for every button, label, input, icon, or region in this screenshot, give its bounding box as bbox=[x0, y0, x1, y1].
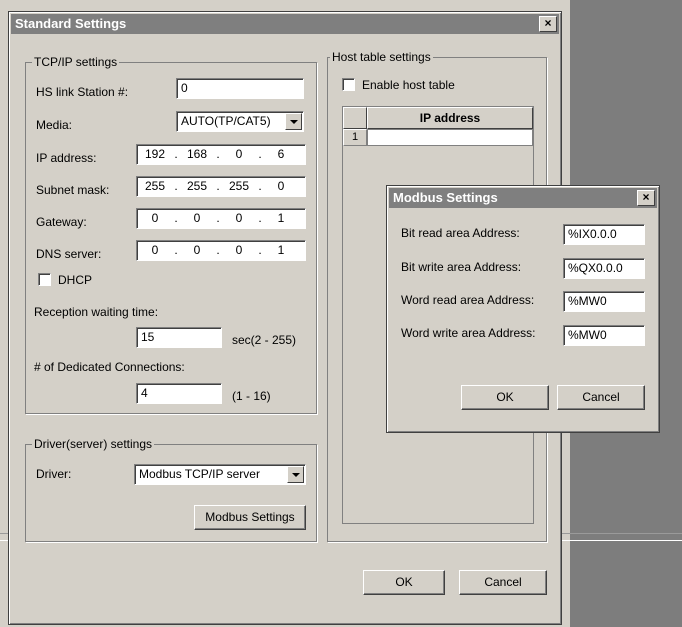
word-write-input[interactable]: %MW0 bbox=[563, 325, 645, 346]
modbus-settings-titlebar: Modbus Settings × bbox=[389, 188, 657, 208]
gateway-octet-3[interactable]: 0 bbox=[221, 209, 257, 228]
reception-range: sec(2 - 255) bbox=[232, 333, 297, 347]
row-number: 1 bbox=[343, 129, 367, 146]
dns-server-input[interactable]: 0. 0. 0. 1 bbox=[136, 240, 306, 261]
bit-write-label: Bit write area Address: bbox=[401, 260, 522, 274]
ip-address-input[interactable]: 192. 168. 0. 6 bbox=[136, 144, 306, 165]
close-icon[interactable]: × bbox=[637, 190, 655, 206]
gateway-label: Gateway: bbox=[36, 215, 87, 229]
bit-write-input[interactable]: %QX0.0.0 bbox=[563, 258, 645, 279]
ip-octet-2[interactable]: 168 bbox=[179, 145, 215, 164]
tcpip-group-label: TCP/IP settings bbox=[32, 55, 120, 69]
dedicated-connections-input[interactable]: 4 bbox=[136, 383, 222, 404]
close-icon[interactable]: × bbox=[539, 16, 557, 32]
modbus-ok-button[interactable]: OK bbox=[461, 385, 549, 410]
word-read-input[interactable]: %MW0 bbox=[563, 291, 645, 312]
driver-value: Modbus TCP/IP server bbox=[139, 467, 260, 481]
subnet-octet-2[interactable]: 255 bbox=[179, 177, 215, 196]
modbus-settings-button[interactable]: Modbus Settings bbox=[194, 505, 306, 530]
chevron-down-icon[interactable] bbox=[285, 113, 302, 130]
cancel-button[interactable]: Cancel bbox=[459, 570, 547, 595]
driver-group-label: Driver(server) settings bbox=[32, 437, 155, 451]
dedicated-range: (1 - 16) bbox=[232, 389, 271, 403]
dns-octet-2[interactable]: 0 bbox=[179, 241, 215, 260]
enable-host-table-checkbox[interactable] bbox=[342, 78, 355, 91]
host-group-label: Host table settings bbox=[330, 50, 433, 64]
media-select[interactable]: AUTO(TP/CAT5) bbox=[176, 111, 304, 132]
dedicated-label: # of Dedicated Connections: bbox=[34, 360, 185, 374]
gateway-input[interactable]: 0. 0. 0. 1 bbox=[136, 208, 306, 229]
reception-label: Reception waiting time: bbox=[34, 305, 159, 319]
subnet-octet-4[interactable]: 0 bbox=[263, 177, 299, 196]
subnet-octet-1[interactable]: 255 bbox=[137, 177, 173, 196]
reception-time-input[interactable]: 15 bbox=[136, 327, 222, 348]
dns-octet-3[interactable]: 0 bbox=[221, 241, 257, 260]
subnet-octet-3[interactable]: 255 bbox=[221, 177, 257, 196]
standard-settings-titlebar: Standard Settings × bbox=[11, 14, 559, 34]
dialog-title: Standard Settings bbox=[15, 16, 127, 31]
host-table-corner bbox=[343, 107, 367, 129]
dhcp-checkbox[interactable] bbox=[38, 273, 51, 286]
gateway-octet-1[interactable]: 0 bbox=[137, 209, 173, 228]
modbus-cancel-button[interactable]: Cancel bbox=[557, 385, 645, 410]
ip-octet-3[interactable]: 0 bbox=[221, 145, 257, 164]
chevron-down-icon[interactable] bbox=[287, 466, 304, 483]
modbus-dialog-title: Modbus Settings bbox=[393, 190, 498, 205]
driver-select[interactable]: Modbus TCP/IP server bbox=[134, 464, 306, 485]
media-value: AUTO(TP/CAT5) bbox=[181, 114, 271, 128]
media-label: Media: bbox=[36, 118, 73, 132]
ip-octet-1[interactable]: 192 bbox=[137, 145, 173, 164]
ip-label: IP address: bbox=[36, 151, 97, 165]
bit-read-input[interactable]: %IX0.0.0 bbox=[563, 224, 645, 245]
enable-host-table-label: Enable host table bbox=[362, 78, 455, 92]
driver-label: Driver: bbox=[36, 467, 72, 481]
ip-address-cell[interactable] bbox=[367, 129, 533, 146]
gateway-octet-4[interactable]: 1 bbox=[263, 209, 299, 228]
driver-settings-group: Driver(server) settings Driver: Modbus T… bbox=[25, 437, 317, 542]
ip-octet-4[interactable]: 6 bbox=[263, 145, 299, 164]
word-read-label: Word read area Address: bbox=[401, 293, 535, 307]
station-label: HS link Station #: bbox=[36, 85, 129, 99]
gateway-octet-2[interactable]: 0 bbox=[179, 209, 215, 228]
bit-read-label: Bit read area Address: bbox=[401, 226, 520, 240]
subnet-mask-input[interactable]: 255. 255. 255. 0 bbox=[136, 176, 306, 197]
dns-octet-1[interactable]: 0 bbox=[137, 241, 173, 260]
dns-octet-4[interactable]: 1 bbox=[263, 241, 299, 260]
modbus-settings-dialog: Modbus Settings × Bit read area Address:… bbox=[386, 185, 660, 433]
dns-label: DNS server: bbox=[36, 247, 102, 261]
station-input[interactable]: 0 bbox=[176, 78, 304, 99]
ok-button[interactable]: OK bbox=[363, 570, 445, 595]
tcpip-settings-group: TCP/IP settings HS link Station #: 0 Med… bbox=[25, 55, 317, 414]
word-write-label: Word write area Address: bbox=[401, 326, 536, 340]
dhcp-label: DHCP bbox=[58, 273, 93, 287]
subnet-label: Subnet mask: bbox=[36, 183, 110, 197]
ip-address-column-header[interactable]: IP address bbox=[367, 107, 533, 129]
